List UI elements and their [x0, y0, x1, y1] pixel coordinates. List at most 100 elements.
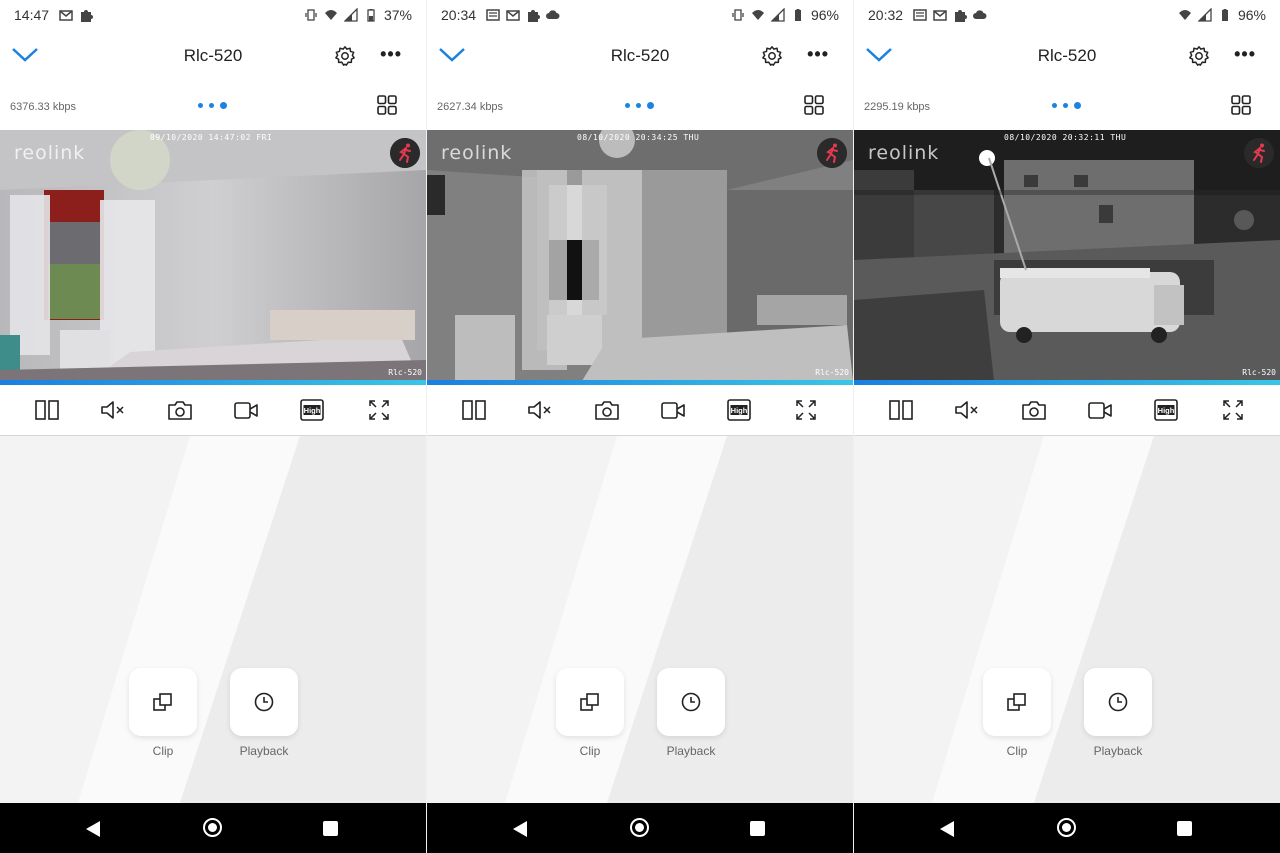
clock-icon [1108, 692, 1128, 712]
motion-detect-icon[interactable] [817, 138, 847, 168]
video-controls: High [854, 385, 1280, 436]
grid-view-icon[interactable] [803, 94, 825, 116]
clip-button[interactable] [129, 668, 197, 736]
speaker-muted-icon [955, 401, 979, 419]
clip-label: Clip [152, 744, 174, 758]
split-view-button[interactable] [34, 397, 60, 423]
record-button[interactable] [1087, 397, 1113, 423]
app-header: Rlc-520 ••• [0, 34, 426, 78]
phone-screen-3: 20:32 96% Rlc-520 ••• 2295.19 kbps reoli… [854, 0, 1280, 853]
quality-high-icon: High [727, 399, 752, 421]
nav-recents-icon[interactable] [1177, 821, 1192, 836]
svg-text:High: High [304, 406, 321, 415]
nav-home-icon[interactable] [1057, 818, 1076, 837]
info-bar: 2627.34 kbps [427, 92, 853, 120]
background-stripes [505, 436, 853, 803]
fullscreen-button[interactable] [793, 397, 819, 423]
android-nav-bar [854, 803, 1280, 853]
camera-overlay-label: Rlc-520 [815, 368, 849, 377]
clip-icon [1007, 693, 1026, 711]
live-video-feed[interactable]: reolink 09/10/2020 14:47:02 FRI Rlc-520 [0, 130, 426, 381]
screens-container: 14:47 37% Rlc-520 ••• 6376.33 kbps reoli… [0, 0, 1280, 853]
mute-button[interactable] [100, 397, 126, 423]
playback-label: Playback [666, 744, 716, 758]
brand-watermark: reolink [14, 142, 86, 164]
mute-button[interactable] [527, 397, 553, 423]
bitrate-readout: 2627.34 kbps [437, 101, 504, 113]
cloud-icon [546, 10, 560, 19]
street-night-image [854, 130, 1280, 381]
wifi-icon [324, 10, 337, 20]
nav-back-icon[interactable] [86, 821, 100, 837]
page-indicator [198, 102, 227, 109]
live-video-feed[interactable]: reolink 08/10/2020 20:32:11 THU Rlc-520 [854, 130, 1280, 381]
grid-view-icon[interactable] [376, 94, 398, 116]
info-bar: 6376.33 kbps [0, 92, 426, 120]
video-timestamp: 08/10/2020 20:32:11 THU [1004, 133, 1127, 142]
nav-back-icon[interactable] [940, 821, 954, 837]
background-stripes [78, 436, 426, 803]
news-icon [913, 9, 927, 21]
motion-detect-icon[interactable] [1244, 138, 1274, 168]
record-button[interactable] [233, 397, 259, 423]
motion-detect-icon[interactable] [390, 138, 420, 168]
playback-label: Playback [1093, 744, 1143, 758]
settings-gear-icon[interactable] [334, 45, 356, 67]
status-bar: 20:32 96% [854, 0, 1280, 30]
brand-watermark: reolink [868, 142, 940, 164]
playback-button[interactable] [1084, 668, 1152, 736]
fullscreen-button[interactable] [1220, 397, 1246, 423]
app-header: Rlc-520 ••• [854, 34, 1280, 78]
quality-high-icon: High [1154, 399, 1179, 421]
clip-label: Clip [579, 744, 601, 758]
puzzle-icon [81, 10, 94, 22]
more-options-icon[interactable]: ••• [380, 44, 402, 65]
quality-high-icon: High [300, 399, 325, 421]
svg-text:High: High [1158, 406, 1175, 415]
page-indicator [625, 102, 654, 109]
quality-button[interactable]: High [299, 397, 325, 423]
settings-gear-icon[interactable] [1188, 45, 1210, 67]
nav-back-icon[interactable] [513, 821, 527, 837]
quality-button[interactable]: High [726, 397, 752, 423]
snapshot-button[interactable] [594, 397, 620, 423]
nav-recents-icon[interactable] [750, 821, 765, 836]
battery-icon [1221, 9, 1228, 21]
clip-button[interactable] [556, 668, 624, 736]
mute-button[interactable] [954, 397, 980, 423]
quality-button[interactable]: High [1153, 397, 1179, 423]
camera-title: Rlc-520 [610, 46, 670, 65]
news-icon [486, 9, 500, 21]
split-view-button[interactable] [461, 397, 487, 423]
more-options-icon[interactable]: ••• [1234, 44, 1256, 65]
puzzle-icon [528, 10, 541, 22]
video-timestamp: 08/10/2020 20:34:25 THU [577, 133, 700, 142]
more-options-icon[interactable]: ••• [807, 44, 829, 65]
video-camera-icon [1088, 402, 1112, 419]
playback-button[interactable] [657, 668, 725, 736]
camera-icon [168, 401, 192, 420]
battery-percent: 96% [810, 7, 839, 23]
wifi-icon [1178, 10, 1191, 20]
main-area: Clip Playback [0, 436, 426, 803]
playback-label: Playback [239, 744, 289, 758]
app-header: Rlc-520 ••• [427, 34, 853, 78]
fullscreen-button[interactable] [366, 397, 392, 423]
nav-home-icon[interactable] [630, 818, 649, 837]
android-nav-bar [0, 803, 426, 853]
clip-button[interactable] [983, 668, 1051, 736]
grid-view-icon[interactable] [1230, 94, 1252, 116]
split-view-icon [462, 400, 486, 420]
phone-screen-2: 20:34 96% Rlc-520 ••• 2627.34 kbps reoli… [427, 0, 853, 853]
split-view-button[interactable] [888, 397, 914, 423]
live-video-feed[interactable]: reolink 08/10/2020 20:34:25 THU Rlc-520 [427, 130, 853, 381]
nav-recents-icon[interactable] [323, 821, 338, 836]
playback-button[interactable] [230, 668, 298, 736]
record-button[interactable] [660, 397, 686, 423]
nav-home-icon[interactable] [203, 818, 222, 837]
signal-icon [343, 8, 358, 22]
snapshot-button[interactable] [167, 397, 193, 423]
snapshot-button[interactable] [1021, 397, 1047, 423]
fullscreen-icon [1223, 400, 1243, 420]
settings-gear-icon[interactable] [761, 45, 783, 67]
